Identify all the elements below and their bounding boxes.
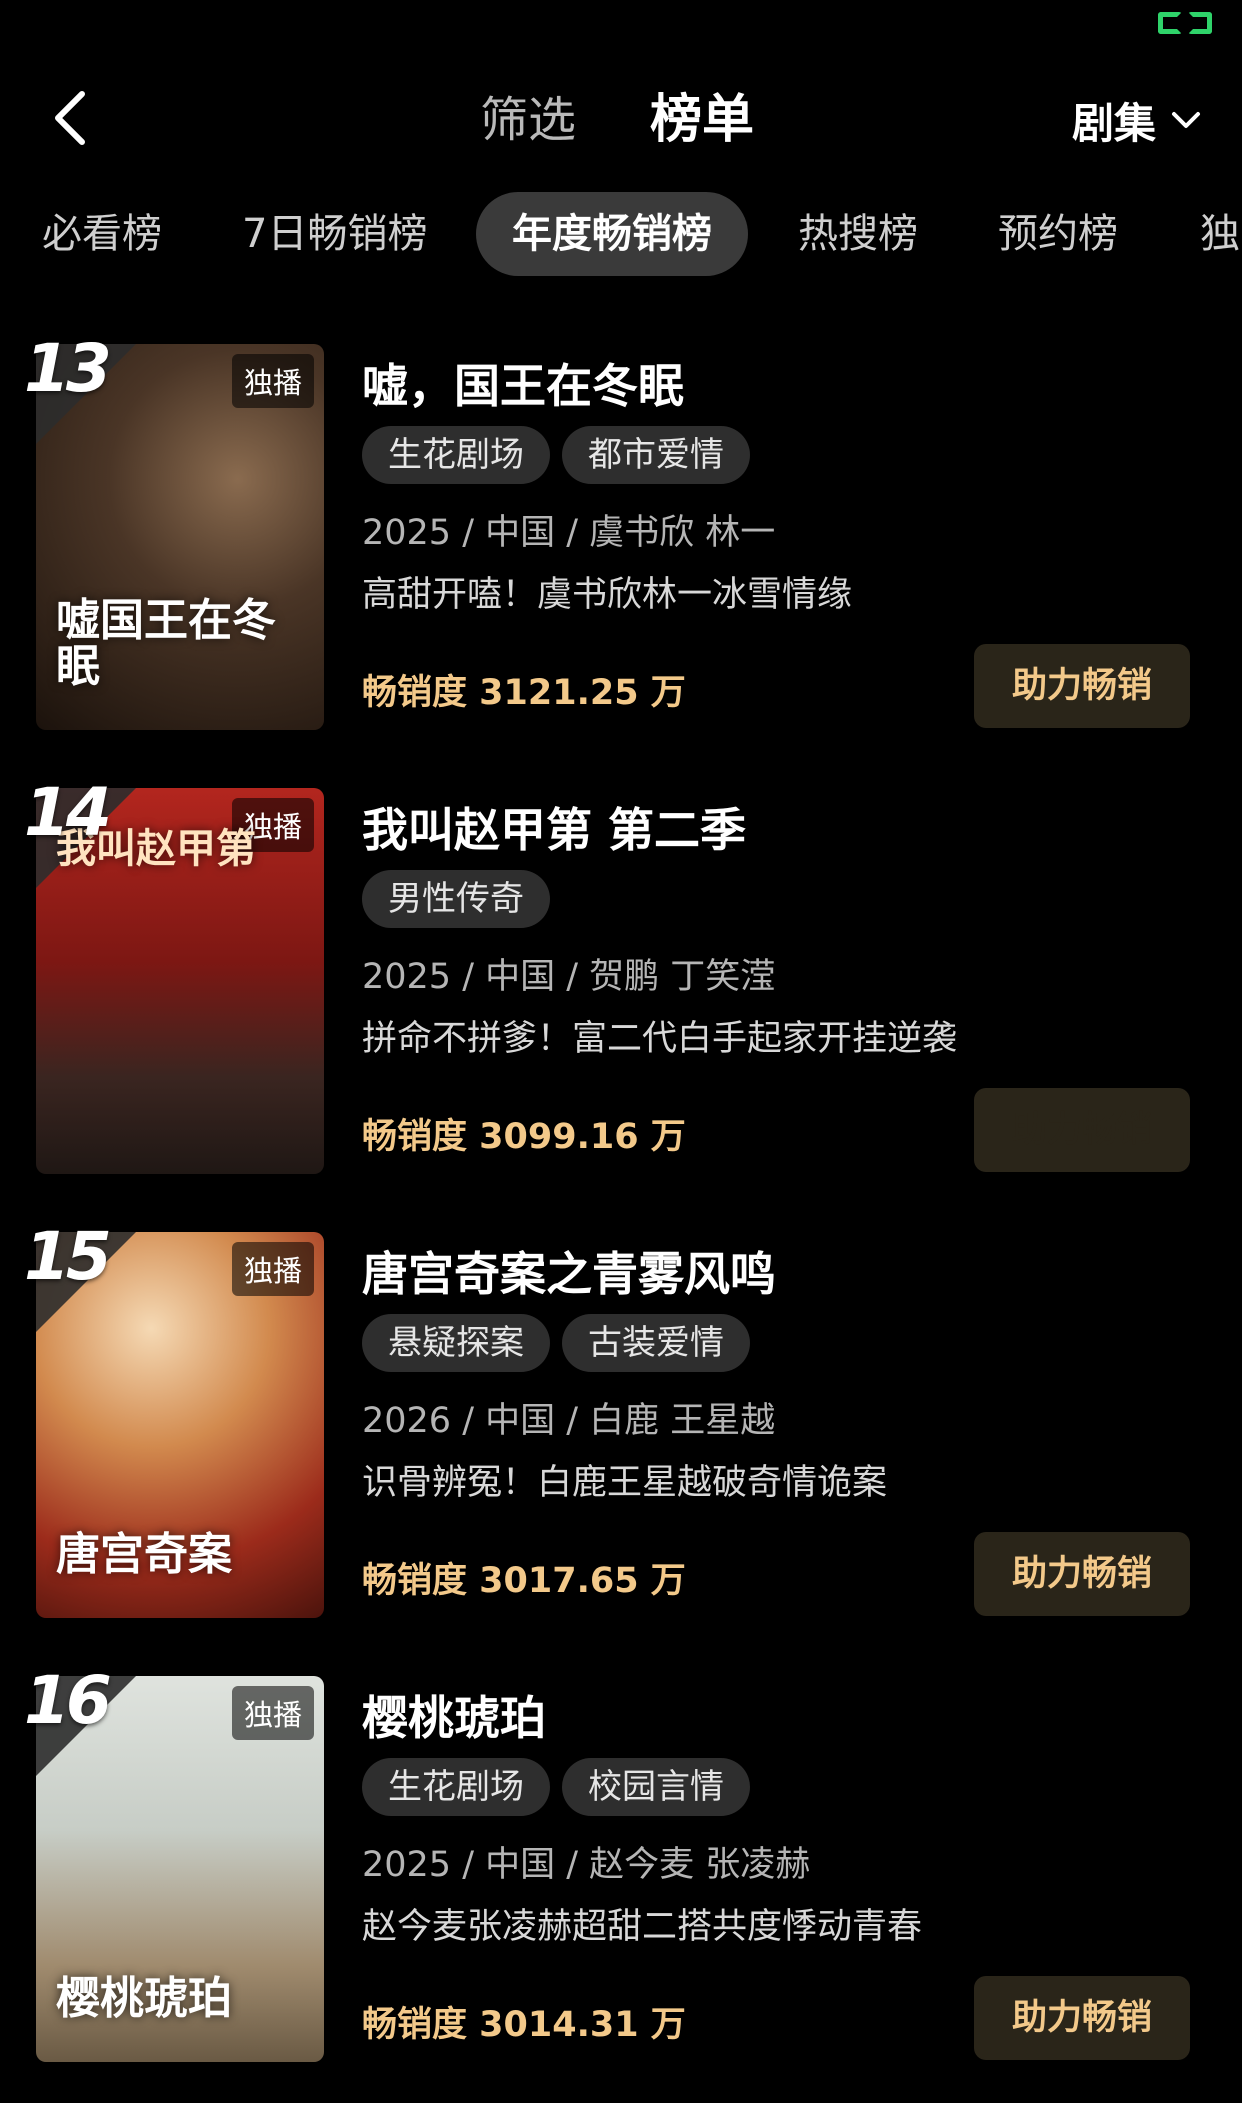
item-info: 我叫赵甲第 第二季 男性传奇 2025 / 中国 / 贺鹏 丁笑滢 拼命不拼爹！… [362, 788, 1202, 1174]
item-description: 识骨辨冤！白鹿王星越破奇情诡案 [362, 1463, 888, 1503]
item-info: 樱桃琥珀 生花剧场 校园言情 2025 / 中国 / 赵今麦 张凌赫 赵今麦张凌… [362, 1676, 1202, 2062]
tag-list: 生花剧场 校园言情 [362, 1758, 750, 1816]
rank-number: 15 [24, 1218, 112, 1295]
back-button[interactable] [44, 86, 104, 150]
poster-title-art: 嘘国王在冬眠 [56, 594, 276, 692]
tag[interactable]: 男性传奇 [362, 870, 550, 928]
tab-filter[interactable]: 筛选 [480, 88, 576, 152]
item-meta: 2025 / 中国 / 赵今麦 张凌赫 [362, 1845, 811, 1885]
subtab-7day-bestseller[interactable]: 7日畅销榜 [242, 192, 427, 276]
sales-score: 畅销度 3017.65 万 [362, 1561, 686, 1601]
item-description: 高甜开嗑！虞书欣林一冰雪情缘 [362, 575, 853, 615]
poster-title-art: 唐宫奇案 [56, 1528, 232, 1580]
list-item[interactable]: 独播 樱桃琥珀 16 樱桃琥珀 生花剧场 校园言情 2025 / 中国 / 赵今… [0, 1662, 1242, 2066]
category-select[interactable]: 剧集 [1072, 88, 1202, 152]
exclusive-badge: 独播 [231, 1686, 314, 1740]
boost-sales-button[interactable]: 助力畅销 [974, 1088, 1190, 1172]
list-item[interactable]: 独播 唐宫奇案 15 唐宫奇案之青雾风鸣 悬疑探案 古装爱情 2026 / 中国… [0, 1218, 1242, 1622]
boost-sales-button[interactable]: 助力畅销 [974, 1976, 1190, 2060]
exclusive-badge: 独播 [231, 354, 314, 408]
status-indicator-icon [1158, 12, 1214, 34]
top-nav-bar: 筛选 榜单 剧集 [0, 70, 1242, 170]
tag[interactable]: 古装爱情 [562, 1314, 750, 1372]
item-title[interactable]: 嘘，国王在冬眠 [362, 350, 684, 416]
item-meta: 2025 / 中国 / 贺鹏 丁笑滢 [362, 957, 776, 997]
tag-list: 男性传奇 [362, 870, 550, 928]
rank-number: 14 [24, 774, 112, 851]
item-description: 拼命不拼爹！富二代白手起家开挂逆袭 [362, 1019, 958, 1059]
subtab-hot-search[interactable]: 热搜榜 [798, 192, 918, 276]
sales-score: 畅销度 3014.31 万 [362, 2005, 686, 2045]
item-title[interactable]: 樱桃琥珀 [362, 1682, 546, 1748]
list-item[interactable]: 独播 嘘国王在冬眠 13 嘘，国王在冬眠 生花剧场 都市爱情 2025 / 中国… [0, 330, 1242, 734]
item-title[interactable]: 我叫赵甲第 第二季 [362, 794, 746, 860]
tag-list: 悬疑探案 古装爱情 [362, 1314, 750, 1372]
sales-score: 畅销度 3099.16 万 [362, 1117, 686, 1157]
ranking-subtabs: 必看榜 7日畅销榜 年度畅销榜 热搜榜 预约榜 独 [0, 192, 1242, 280]
item-info: 嘘，国王在冬眠 生花剧场 都市爱情 2025 / 中国 / 虞书欣 林一 高甜开… [362, 344, 1202, 730]
chevron-down-icon [1172, 112, 1200, 128]
item-description: 赵今麦张凌赫超甜二搭共度悸动青春 [362, 1907, 923, 1947]
subtab-annual-bestseller[interactable]: 年度畅销榜 [476, 192, 748, 276]
boost-sales-button[interactable]: 助力畅销 [974, 644, 1190, 728]
rank-number: 13 [24, 330, 112, 407]
tab-ranking[interactable]: 榜单 [650, 88, 754, 152]
subtab-exclusive[interactable]: 独 [1200, 192, 1240, 276]
tag-list: 生花剧场 都市爱情 [362, 426, 750, 484]
sales-score: 畅销度 3121.25 万 [362, 673, 686, 713]
tag[interactable]: 生花剧场 [362, 426, 550, 484]
rank-number: 16 [24, 1662, 112, 1739]
poster-title-art: 樱桃琥珀 [56, 1972, 232, 2024]
subtab-reservation[interactable]: 预约榜 [998, 192, 1118, 276]
subtab-must-watch[interactable]: 必看榜 [42, 192, 162, 276]
exclusive-badge: 独播 [231, 1242, 314, 1296]
tag[interactable]: 都市爱情 [562, 426, 750, 484]
tag[interactable]: 悬疑探案 [362, 1314, 550, 1372]
category-select-label: 剧集 [1071, 98, 1156, 148]
boost-sales-button[interactable]: 助力畅销 [974, 1532, 1190, 1616]
item-info: 唐宫奇案之青雾风鸣 悬疑探案 古装爱情 2026 / 中国 / 白鹿 王星越 识… [362, 1232, 1202, 1618]
chevron-left-icon [55, 91, 85, 145]
item-title[interactable]: 唐宫奇案之青雾风鸣 [362, 1238, 776, 1304]
tag[interactable]: 校园言情 [562, 1758, 750, 1816]
list-item[interactable]: 独播 我叫赵甲第 14 我叫赵甲第 第二季 男性传奇 2025 / 中国 / 贺… [0, 774, 1242, 1178]
tag[interactable]: 生花剧场 [362, 1758, 550, 1816]
item-meta: 2026 / 中国 / 白鹿 王星越 [362, 1401, 776, 1441]
item-meta: 2025 / 中国 / 虞书欣 林一 [362, 513, 776, 553]
